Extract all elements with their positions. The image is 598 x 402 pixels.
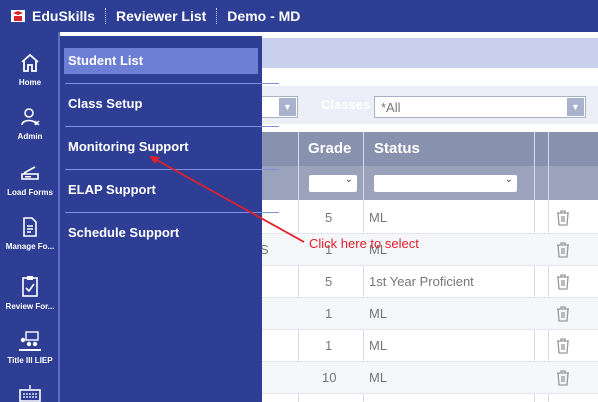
annotation-arrow <box>149 156 305 243</box>
annotation-label: Click here to select <box>309 236 419 251</box>
